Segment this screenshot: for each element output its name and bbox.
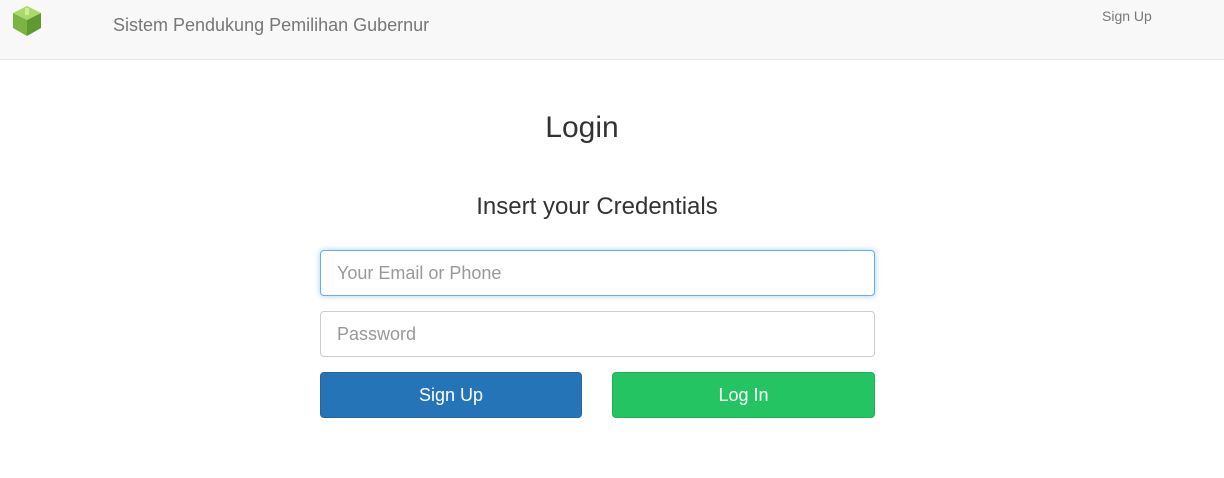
app-brand-title[interactable]: Sistem Pendukung Pemilihan Gubernur bbox=[113, 15, 429, 36]
credentials-subtitle: Insert your Credentials bbox=[476, 193, 718, 220]
login-button[interactable]: Log In bbox=[612, 372, 875, 418]
email-or-phone-input[interactable] bbox=[320, 250, 875, 296]
signup-button[interactable]: Sign Up bbox=[320, 372, 582, 418]
green-cube-logo-icon[interactable] bbox=[10, 4, 44, 38]
nav-signup-link[interactable]: Sign Up bbox=[1102, 8, 1152, 24]
top-navbar: Sistem Pendukung Pemilihan Gubernur Sign… bbox=[0, 0, 1224, 60]
password-input[interactable] bbox=[320, 311, 875, 357]
page-title: Login bbox=[545, 111, 619, 144]
